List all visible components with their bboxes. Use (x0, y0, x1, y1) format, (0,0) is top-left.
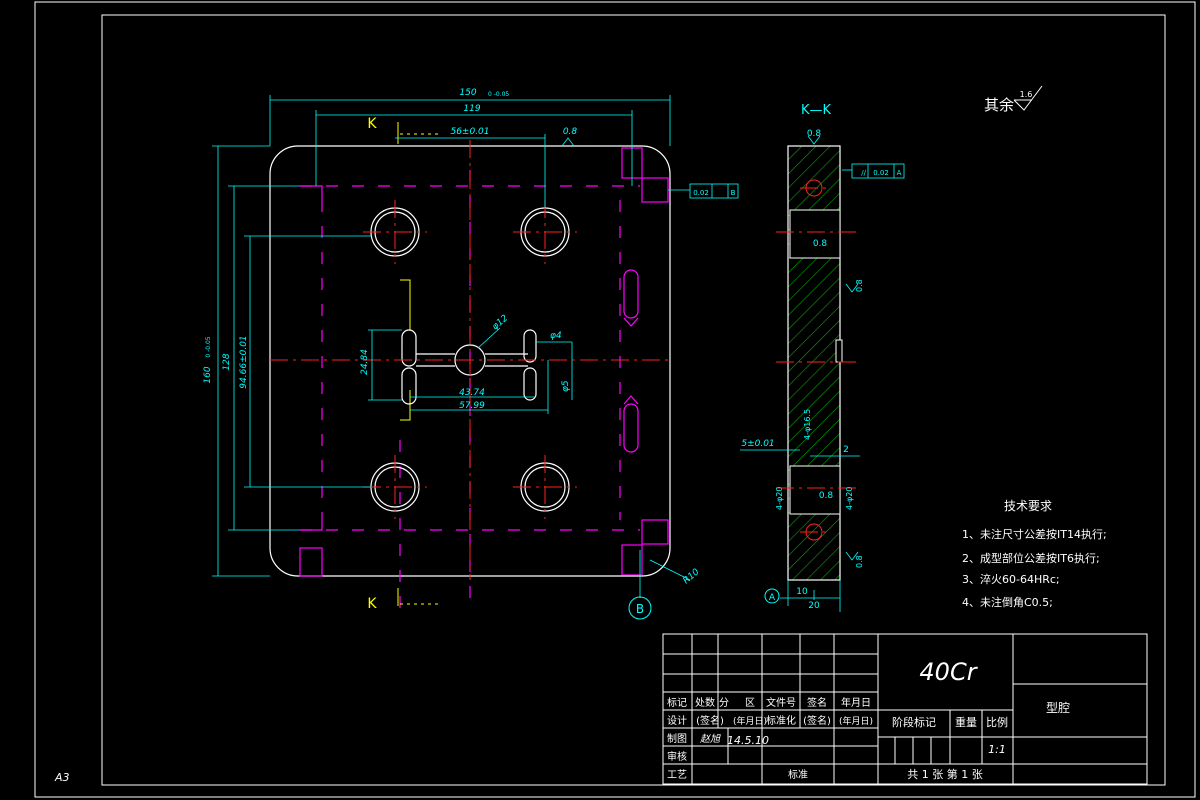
dimension-lines (212, 95, 739, 598)
section-bore-top (789, 209, 841, 259)
dim-side-10: 10 (796, 587, 808, 597)
tb-draw-name: 赵旭 (700, 733, 721, 745)
section-bore-bottom (789, 465, 841, 515)
surface-note-value: 1.6 (1020, 90, 1033, 99)
section-view: A K—K 0.8 0.8 0.8 0.8 0.8 // 0.02 A 5±0.… (740, 103, 905, 612)
tb-design-1: (签名) (696, 714, 724, 727)
datum-a-label: A (769, 593, 776, 603)
par-symbol-tol: 0.02 (873, 169, 889, 177)
tech-item-3: 3、淬火60-64HRc; (962, 572, 1060, 586)
dim-side-dia-b: 4-φ20 (845, 487, 854, 510)
dim-side-5: 5±0.01 (741, 439, 774, 449)
rough-top: 0.8 (563, 127, 578, 137)
tb-process-label: 工艺 (667, 769, 687, 781)
tb-hdr-0: 标记 (667, 697, 687, 709)
dim-pitch-128: 128 (222, 353, 232, 370)
perp-symbol-datum: B (731, 189, 736, 197)
dim-dia-5: φ5 (561, 380, 571, 392)
rough-section-bore: 0.8 (813, 239, 828, 249)
tb-design-3: 标准化 (766, 714, 796, 727)
tech-item-4: 4、未注倒角C0.5; (962, 595, 1053, 609)
tb-hdr-1: 处数 (695, 696, 715, 709)
dim-dia-12: φ12 (491, 313, 511, 332)
dim-side-20: 20 (808, 601, 820, 611)
datum-b-label: B (636, 602, 644, 616)
tech-requirements: 技术要求 1、未注尺寸公差按IT14执行; 2、成型部位公差按IT6执行; 3、… (962, 499, 1107, 609)
tb-design-5: (年月日) (839, 715, 873, 727)
plan-view: B 150 0 -0.05 119 56±0.01 0.8 160 0 -0.0… (203, 88, 739, 620)
rough-section-edge: 0.8 (855, 555, 864, 568)
surface-note: 其余 1.6 (984, 85, 1043, 114)
sheet-outer-border (34, 1, 1196, 798)
title-material: 40Cr (919, 658, 978, 686)
tb-draw-label: 制图 (667, 732, 687, 745)
tb-hdr-3: 区 (745, 697, 755, 709)
dim-center-9466: 94.66±0.01 (239, 335, 249, 388)
tb-design-0: 设计 (667, 714, 687, 727)
tb-sheet-count: 共 1 张 第 1 张 (907, 767, 982, 781)
rough-section-top: 0.8 (807, 129, 822, 139)
sheet-inner-border (101, 14, 1166, 786)
section-runner (835, 339, 843, 363)
dim-radius-r10: R10 (682, 567, 702, 586)
corner-pins (299, 147, 669, 577)
par-symbol: // (861, 169, 866, 177)
tb-check-label: 审核 (667, 750, 687, 763)
rough-section-bottom: 0.8 (819, 491, 834, 501)
dim-57-99: 57.99 (459, 401, 485, 411)
dim-height-total: 160 (203, 366, 213, 383)
section-mark-top: K (367, 116, 377, 132)
tb-approve-label: 标准 (788, 769, 808, 781)
tech-title: 技术要求 (1004, 499, 1052, 513)
cad-drawing: A3 B 150 0 -0.05 119 56±0.01 0.8 160 0 -… (34, 1, 1196, 798)
tb-hdr-6: 年月日 (841, 696, 871, 709)
dim-43-74: 43.74 (459, 388, 485, 398)
dim-dia-4: φ4 (550, 331, 562, 341)
tb-stage-mark: 阶段标记 (892, 715, 936, 729)
dim-side-dia-a: 4-φ20 (775, 487, 784, 510)
title-block (662, 633, 1148, 785)
dim-width-total: 150 (459, 88, 476, 98)
dim-pitch-119: 119 (463, 104, 480, 114)
tb-scale-value: 1:1 (988, 743, 1006, 756)
tb-design-2: (年月日) (733, 715, 767, 727)
dim-24-84: 24.84 (360, 349, 370, 375)
tb-design-4: (签名) (803, 714, 831, 727)
title-part-name: 型腔 (1046, 700, 1070, 715)
perp-symbol-tol: 0.02 (693, 189, 709, 197)
rough-section-side: 0.8 (855, 279, 864, 292)
tb-draw-date: 14.5.10 (727, 734, 769, 747)
dim-width-tol: 0 -0.05 (488, 91, 509, 98)
tb-scale: 比例 (986, 715, 1008, 729)
section-title: K—K (801, 103, 832, 118)
dim-center-56: 56±0.01 (450, 127, 489, 137)
tb-weight: 重量 (955, 715, 977, 729)
section-mark-bottom: K (367, 596, 377, 612)
par-symbol-datum: A (897, 169, 902, 177)
sheet-size-label: A3 (54, 771, 70, 784)
center-lines (270, 140, 672, 580)
dim-side-2: 2 (843, 445, 849, 455)
tech-item-2: 2、成型部位公差按IT6执行; (962, 551, 1100, 565)
surface-note-label: 其余 (984, 96, 1014, 114)
dim-height-tol: 0 -0.05 (205, 336, 212, 357)
tech-item-1: 1、未注尺寸公差按IT14执行; (962, 527, 1107, 541)
dim-side-dia-c: 4-φ16.5 (803, 409, 812, 440)
tb-hdr-2: 分 (719, 697, 729, 709)
tb-hdr-4: 文件号 (766, 696, 796, 709)
tb-hdr-5: 签名 (807, 696, 827, 709)
